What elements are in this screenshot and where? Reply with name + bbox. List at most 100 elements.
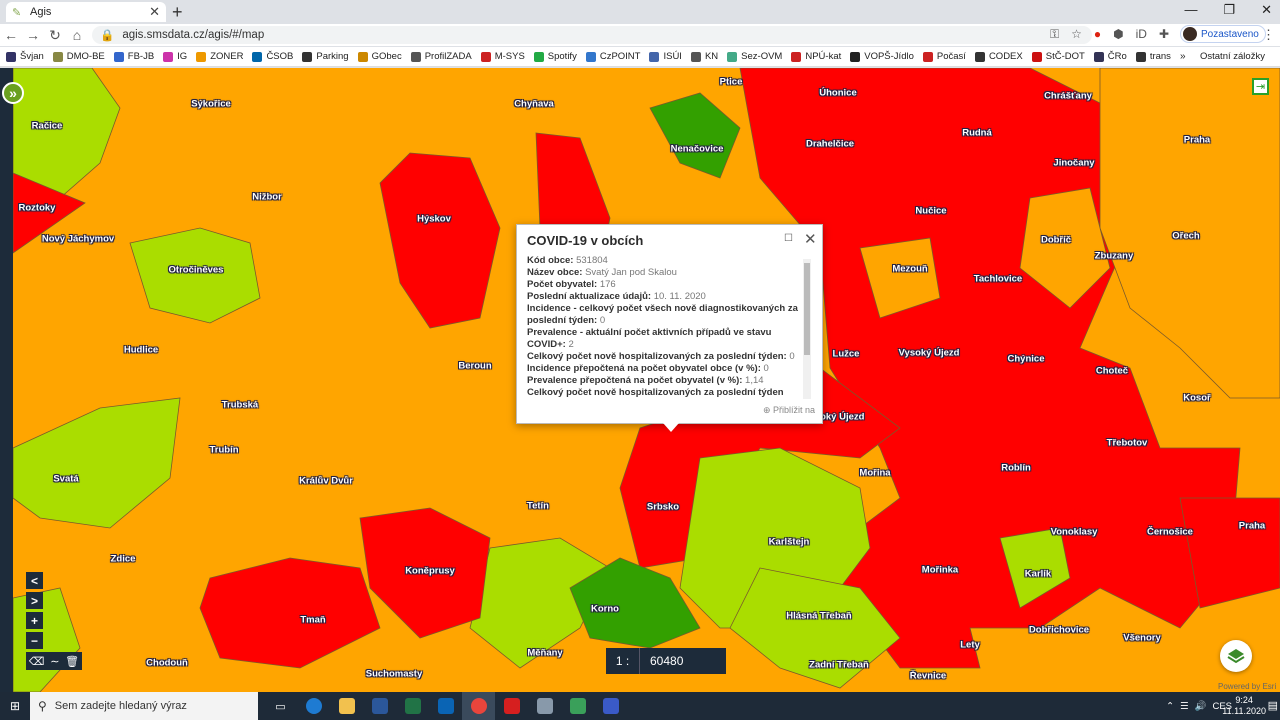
red-app-icon[interactable] (495, 692, 528, 720)
network-icon[interactable]: ☰ (1180, 701, 1189, 712)
exit-fullscreen-icon[interactable]: ⇥ (1252, 78, 1269, 95)
bookmark-7[interactable]: GObec (357, 51, 402, 62)
taskbar-clock[interactable]: 9:24 11.11.2020 (1222, 695, 1266, 717)
extension-icon[interactable]: ⬢ (1113, 27, 1123, 42)
address-bar[interactable]: 🔒 agis.smsdata.cz/agis/#/map (92, 26, 1092, 44)
file-explorer-icon[interactable] (330, 692, 363, 720)
zoom-out-button[interactable]: − (26, 632, 43, 649)
bookmark-favicon-icon (302, 51, 313, 62)
notification-icon[interactable]: ▤ (1268, 699, 1278, 712)
bookmark-12[interactable]: ISÚI (649, 51, 682, 62)
municipality-label: Mořina (859, 467, 891, 479)
bookmark-label: ČRo (1107, 51, 1127, 62)
save-app-icon[interactable] (594, 692, 627, 720)
tray-arrow-icon[interactable]: ⌃ (1166, 701, 1174, 712)
bookmark-9[interactable]: M-SYS (480, 51, 525, 62)
popup-value: Svatý Jan pod Skalou (585, 267, 677, 278)
star-icon[interactable]: ☆ (1071, 27, 1082, 42)
home-icon[interactable]: ⌂ (66, 27, 88, 43)
bookmark-14[interactable]: Sez-OVM (727, 51, 782, 62)
bookmark-16[interactable]: VOPŠ-Jídlo (850, 51, 914, 62)
bookmark-8[interactable]: ProfilZADA (410, 51, 472, 62)
zoom-in-button[interactable]: + (26, 612, 43, 629)
other-bookmarks-folder[interactable]: Ostatní záložky (1200, 51, 1265, 62)
bookmark-label: DMO-BE (66, 51, 105, 62)
bookmark-4[interactable]: ZONER (196, 51, 243, 62)
outlook-icon[interactable] (429, 692, 462, 720)
app-icon[interactable] (528, 692, 561, 720)
app2-icon[interactable] (561, 692, 594, 720)
close-window-icon[interactable]: ✕ (1261, 2, 1272, 18)
pan-left-button[interactable]: < (26, 572, 43, 589)
municipality-label: Koněprusy (405, 565, 455, 577)
bookmark-6[interactable]: Parking (302, 51, 349, 62)
municipality-label: Ptice (719, 76, 743, 88)
map-view[interactable]: Ptice Úhonice Chrášťany Sýkořice Chyňava Rači… (0, 68, 1280, 692)
freehand-icon[interactable]: ∼ (50, 655, 59, 668)
bookmark-favicon-icon (1135, 51, 1146, 62)
bookmark-favicon-icon (690, 51, 701, 62)
popup-key: Název obce: (527, 267, 583, 278)
zoom-to-link[interactable]: ⊕ Přiblížit na (763, 405, 815, 416)
bookmark-favicon-icon (922, 51, 933, 62)
bookmark-5[interactable]: ČSOB (252, 51, 293, 62)
eraser-icon[interactable]: ⌫ (29, 655, 45, 668)
popup-row: Incidence přepočtená na počet obyvatel o… (527, 363, 809, 375)
layers-button[interactable] (1220, 640, 1252, 672)
layers-icon (1227, 649, 1245, 664)
bookmark-20[interactable]: ČRo (1093, 51, 1127, 62)
delete-icon[interactable]: 🗑 (65, 655, 79, 668)
pinterest-icon[interactable]: ● (1094, 27, 1101, 42)
bookmark-favicon-icon (480, 51, 491, 62)
task-view-icon[interactable]: ▭ (264, 692, 297, 720)
excel-icon[interactable] (396, 692, 429, 720)
clock-time: 9:24 (1235, 695, 1253, 705)
bookmarks-more-button[interactable]: » (1180, 51, 1186, 62)
bookmark-15[interactable]: NPÚ-kat (791, 51, 841, 62)
browser-tab[interactable]: ✎ Agis ✕ (6, 2, 166, 22)
bookmark-3[interactable]: IG (163, 51, 187, 62)
reload-icon[interactable]: ↻ (44, 27, 66, 44)
bookmark-11[interactable]: CzPOINT (585, 51, 641, 62)
bookmark-favicon-icon (252, 51, 263, 62)
expand-panel-button[interactable]: » (2, 82, 24, 104)
bookmark-favicon-icon (6, 51, 16, 62)
profile-button[interactable]: Pozastaveno (1180, 25, 1266, 43)
bookmark-label: CzPOINT (599, 51, 641, 62)
back-icon[interactable]: ← (0, 27, 22, 43)
pan-right-button[interactable]: > (26, 592, 43, 609)
popup-key: Kód obce: (527, 255, 574, 266)
maximize-icon[interactable]: ☐ (784, 233, 793, 244)
bookmark-19[interactable]: StČ-DOT (1031, 51, 1085, 62)
municipality-label: Zdice (110, 553, 136, 565)
edge-icon[interactable] (297, 692, 330, 720)
minimize-icon[interactable]: — (1184, 2, 1197, 18)
id-icon[interactable]: iD (1136, 27, 1147, 42)
bookmark-18[interactable]: CODEX (974, 51, 1023, 62)
bookmark-0[interactable]: Švjan (6, 51, 44, 62)
new-tab-button[interactable]: + (172, 2, 183, 23)
bookmark-13[interactable]: KN (690, 51, 718, 62)
bookmark-2[interactable]: FB-JB (113, 51, 154, 62)
restore-icon[interactable]: ❐ (1223, 2, 1235, 18)
puzzle-icon[interactable]: ✚ (1159, 27, 1169, 42)
scale-indicator[interactable]: 1 : 60480 (606, 648, 726, 674)
bookmark-10[interactable]: Spotify (533, 51, 577, 62)
forward-icon[interactable]: → (22, 27, 44, 43)
menu-icon[interactable]: ⋮ (1262, 27, 1275, 43)
word-icon[interactable] (363, 692, 396, 720)
close-popup-icon[interactable]: ✕ (804, 230, 817, 248)
chrome-icon[interactable] (462, 692, 495, 720)
windows-start-icon[interactable]: ⊞ (0, 699, 30, 713)
key-icon[interactable]: ⚿ (1050, 27, 1059, 42)
taskbar-search-box[interactable]: ⚲ Sem zadejte hledaný výraz (30, 692, 258, 720)
bookmark-17[interactable]: Počasí (922, 51, 966, 62)
popup-scrollbar[interactable] (803, 259, 811, 399)
municipality-label: Korno (591, 603, 619, 615)
volume-icon[interactable]: 🔊 (1195, 701, 1207, 712)
close-tab-icon[interactable]: ✕ (149, 4, 160, 20)
popup-value: 10. 11. 2020 (653, 291, 706, 302)
popup-value: 0 (599, 315, 606, 326)
bookmark-21[interactable]: trans (1135, 51, 1171, 62)
bookmark-1[interactable]: DMO-BE (52, 51, 105, 62)
